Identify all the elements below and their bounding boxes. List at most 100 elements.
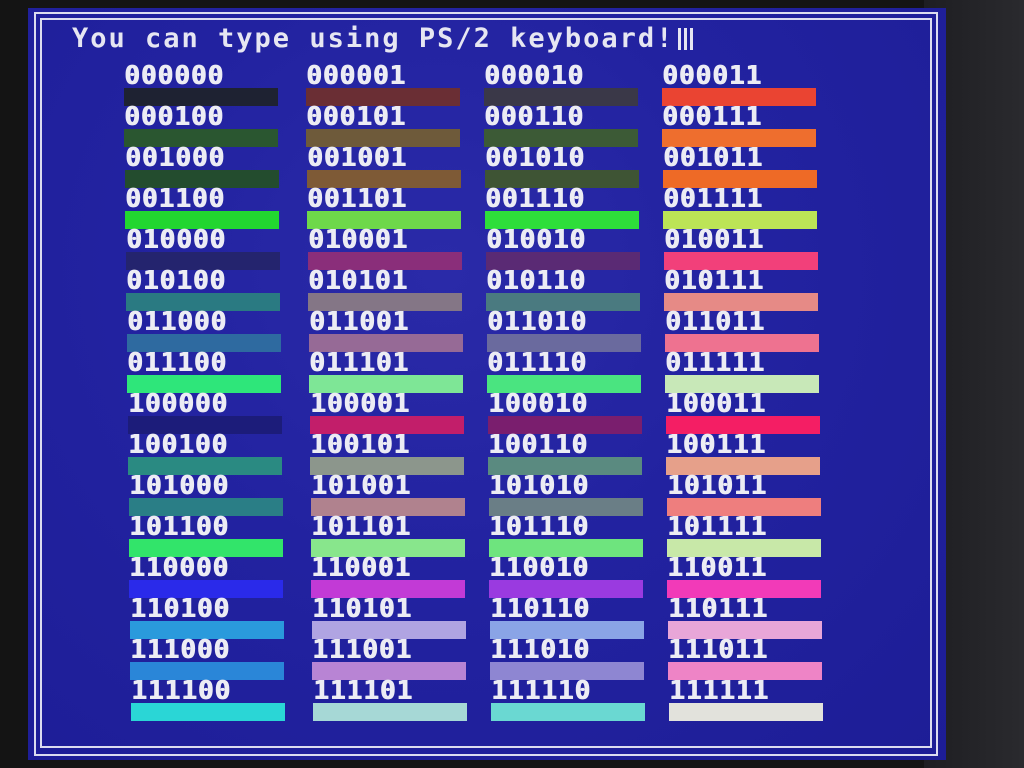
palette-entry: 111000 <box>130 635 286 680</box>
color-code-label: 110111 <box>668 594 768 624</box>
palette-entry: 010101 <box>308 268 464 311</box>
color-code-label: 001001 <box>307 143 407 173</box>
palette-entry: 000000 <box>124 63 280 106</box>
color-code-label: 011110 <box>487 348 587 378</box>
palette-entry: 001011 <box>663 145 819 188</box>
palette-entry: 101101 <box>311 512 467 557</box>
color-code-label: 010110 <box>486 266 586 296</box>
palette-entry: 000011 <box>662 63 818 106</box>
color-code-label: 010010 <box>486 225 586 255</box>
color-code-label: 010111 <box>664 266 764 296</box>
palette-entry: 011110 <box>487 348 643 393</box>
color-code-label: 000010 <box>484 61 584 91</box>
color-palette-grid: 000000 000001 000010 000011 000100 000101 0001… <box>124 61 824 724</box>
color-code-label: 101111 <box>667 512 767 542</box>
color-code-label: 101011 <box>667 471 767 501</box>
color-code-label: 010100 <box>126 266 226 296</box>
palette-entry: 000110 <box>484 102 640 147</box>
color-code-label: 110110 <box>490 594 590 624</box>
palette-entry: 111110 <box>491 676 647 721</box>
palette-entry: 000111 <box>662 104 818 147</box>
palette-entry: 101000 <box>129 471 285 516</box>
color-code-label: 111010 <box>490 635 590 665</box>
color-code-label: 000110 <box>484 102 584 132</box>
header-text: You can type using PS/2 keyboard! <box>72 23 675 54</box>
palette-entry: 110110 <box>490 594 646 639</box>
palette-entry: 010011 <box>664 225 820 270</box>
palette-entry: 001000 <box>125 143 281 188</box>
palette-entry: 000100 <box>124 102 280 147</box>
palette-entry: 101110 <box>489 512 645 557</box>
palette-entry: 100110 <box>488 430 644 475</box>
palette-entry: 101010 <box>489 473 645 516</box>
color-code-label: 011011 <box>665 307 765 337</box>
color-code-label: 101000 <box>129 471 229 501</box>
color-code-label: 110011 <box>667 553 767 583</box>
color-code-label: 101110 <box>489 512 589 542</box>
palette-entry: 100101 <box>310 430 466 475</box>
palette-entry: 011101 <box>309 348 465 393</box>
palette-entry: 000010 <box>484 61 640 106</box>
color-code-label: 111001 <box>312 635 412 665</box>
color-code-label: 101100 <box>129 512 229 542</box>
palette-entry: 011010 <box>487 307 643 352</box>
header-line: You can type using PS/2 keyboard! <box>72 23 695 54</box>
color-code-label: 010000 <box>126 225 226 255</box>
color-code-label: 100001 <box>310 389 410 419</box>
color-code-label: 000101 <box>306 102 406 132</box>
color-code-label: 110101 <box>312 594 412 624</box>
palette-entry: 110101 <box>312 594 468 639</box>
color-code-label: 001000 <box>125 143 225 173</box>
color-code-label: 100110 <box>488 430 588 460</box>
color-code-label: 111100 <box>131 676 231 706</box>
palette-entry: 110111 <box>668 594 824 639</box>
text-cursor-icon <box>678 28 695 50</box>
color-code-label: 001110 <box>485 184 585 214</box>
color-code-label: 010011 <box>664 225 764 255</box>
palette-entry: 110000 <box>129 555 285 598</box>
color-code-label: 001111 <box>663 184 763 214</box>
color-code-label: 011010 <box>487 307 587 337</box>
color-code-label: 000100 <box>124 102 224 132</box>
color-code-label: 011111 <box>665 348 765 378</box>
palette-entry: 110011 <box>667 553 823 598</box>
palette-entry: 011011 <box>665 307 821 352</box>
color-code-label: 101001 <box>311 471 411 501</box>
color-code-label: 111101 <box>313 676 413 706</box>
palette-entry: 100010 <box>488 389 644 434</box>
color-code-label: 100100 <box>128 430 228 460</box>
palette-entry: 001101 <box>307 186 463 229</box>
color-swatch <box>491 703 645 721</box>
color-code-label: 010001 <box>308 225 408 255</box>
palette-entry: 100111 <box>666 432 822 475</box>
color-code-label: 100000 <box>128 389 228 419</box>
color-code-label: 111011 <box>668 635 768 665</box>
palette-entry: 010111 <box>664 266 820 311</box>
palette-entry: 110010 <box>489 553 645 598</box>
palette-entry: 100100 <box>128 430 284 475</box>
color-code-label: 111000 <box>130 635 230 665</box>
palette-entry: 111001 <box>312 635 468 680</box>
palette-entry: 000001 <box>306 63 462 106</box>
palette-entry: 010000 <box>126 225 282 270</box>
color-code-label: 100101 <box>310 430 410 460</box>
color-code-label: 110100 <box>130 594 230 624</box>
color-swatch <box>131 703 285 721</box>
palette-entry: 101100 <box>129 512 285 557</box>
color-code-label: 101101 <box>311 512 411 542</box>
color-code-label: 100010 <box>488 389 588 419</box>
color-code-label: 110010 <box>489 553 589 583</box>
palette-entry: 111101 <box>313 676 469 721</box>
color-code-label: 011101 <box>309 348 409 378</box>
color-swatch <box>313 703 467 721</box>
color-code-label: 011000 <box>127 307 227 337</box>
palette-entry: 001100 <box>125 186 281 229</box>
color-code-label: 111110 <box>491 676 591 706</box>
palette-entry: 011001 <box>309 309 465 352</box>
palette-entry: 010100 <box>126 266 282 311</box>
palette-entry: 101011 <box>667 471 823 516</box>
palette-entry: 011100 <box>127 350 283 393</box>
palette-entry: 110100 <box>130 594 286 639</box>
palette-entry: 001001 <box>307 143 463 188</box>
color-swatch <box>669 703 823 721</box>
